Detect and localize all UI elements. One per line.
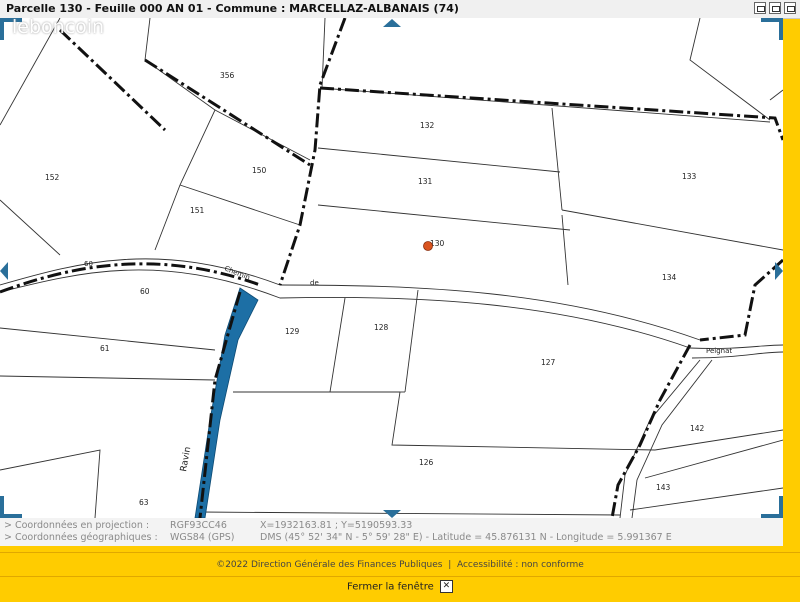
projection-label: > Coordonnées en projection : xyxy=(4,520,150,531)
close-icon[interactable]: ✕ xyxy=(439,580,453,593)
window-title: Parcelle 130 - Feuille 000 AN 01 - Commu… xyxy=(6,2,459,15)
footer-separator: | xyxy=(448,560,452,570)
road-label: Peignat xyxy=(706,347,732,355)
road-label: Chemin xyxy=(223,264,251,281)
parcel-labels: 356 132 152 150 131 133 151 130 134 60 1… xyxy=(45,71,705,507)
parcel-label: 132 xyxy=(420,121,435,130)
coordinates-panel: > Coordonnées en projection : RGF93CC46 … xyxy=(0,518,783,546)
print-icon[interactable] xyxy=(754,2,766,14)
footer: ©2022 Direction Générale des Finances Pu… xyxy=(0,560,800,570)
window-buttons xyxy=(754,2,796,14)
parcel-label: 151 xyxy=(190,206,205,215)
parcel-label: 143 xyxy=(656,483,671,492)
parcel-label: 142 xyxy=(690,424,705,433)
parcel-label: 126 xyxy=(419,458,434,467)
map-svg: 356 132 152 150 131 133 151 130 134 60 1… xyxy=(0,18,783,518)
divider xyxy=(0,552,800,553)
corner-markers xyxy=(0,18,783,518)
road-label: de xyxy=(310,279,319,287)
parcel-label: 129 xyxy=(285,327,300,336)
projection-value: X=1932163.81 ; Y=5190593.33 xyxy=(260,520,413,531)
geographic-label: > Coordonnées géographiques : xyxy=(4,532,158,543)
restore-icon[interactable] xyxy=(769,2,781,14)
parcel-label: 133 xyxy=(682,172,697,181)
geographic-system: WGS84 (GPS) xyxy=(170,532,235,543)
parcel-label: 150 xyxy=(252,166,267,175)
close-window-link[interactable]: Fermer la fenêtre xyxy=(347,582,434,593)
watermark-logo: leboncoin xyxy=(12,18,105,38)
geographic-value: DMS (45° 52' 34" N - 5° 59' 28" E) - Lat… xyxy=(260,532,672,543)
parcel-label: 356 xyxy=(220,71,235,80)
parcel-label: 131 xyxy=(418,177,433,186)
accessibility-link[interactable]: Accessibilité : non conforme xyxy=(457,560,584,570)
title-bar: Parcelle 130 - Feuille 000 AN 01 - Commu… xyxy=(0,0,800,19)
parcel-label: 128 xyxy=(374,323,389,332)
parcel-label: 63 xyxy=(139,498,149,507)
parcel-marker-icon[interactable] xyxy=(423,241,433,251)
parcel-lines xyxy=(0,18,783,518)
pan-down-icon[interactable] xyxy=(383,510,401,518)
cadastral-map[interactable]: 356 132 152 150 131 133 151 130 134 60 1… xyxy=(0,18,783,518)
parcel-label: 60 xyxy=(140,287,150,296)
corner-bottom-right-icon[interactable] xyxy=(761,496,783,518)
parcel-label: 127 xyxy=(541,358,556,367)
parcel-label: 152 xyxy=(45,173,60,182)
close-window-bar: Fermer la fenêtre ✕ xyxy=(0,580,800,593)
pan-left-icon[interactable] xyxy=(0,262,8,280)
projection-row: > Coordonnées en projection : RGF93CC46 … xyxy=(4,520,779,532)
corner-bottom-left-icon[interactable] xyxy=(0,496,22,518)
parcel-label: 134 xyxy=(662,273,677,282)
road-label: Ravin xyxy=(179,446,193,472)
divider xyxy=(0,576,800,577)
geographic-row: > Coordonnées géographiques : WGS84 (GPS… xyxy=(4,532,779,544)
projection-system: RGF93CC46 xyxy=(170,520,227,531)
pan-up-icon[interactable] xyxy=(383,19,401,27)
copyright-text: ©2022 Direction Générale des Finances Pu… xyxy=(216,560,443,570)
parcel-label: 61 xyxy=(100,344,110,353)
maximize-icon[interactable] xyxy=(784,2,796,14)
road-label: 60 xyxy=(84,260,93,268)
corner-top-right-icon[interactable] xyxy=(761,18,783,40)
